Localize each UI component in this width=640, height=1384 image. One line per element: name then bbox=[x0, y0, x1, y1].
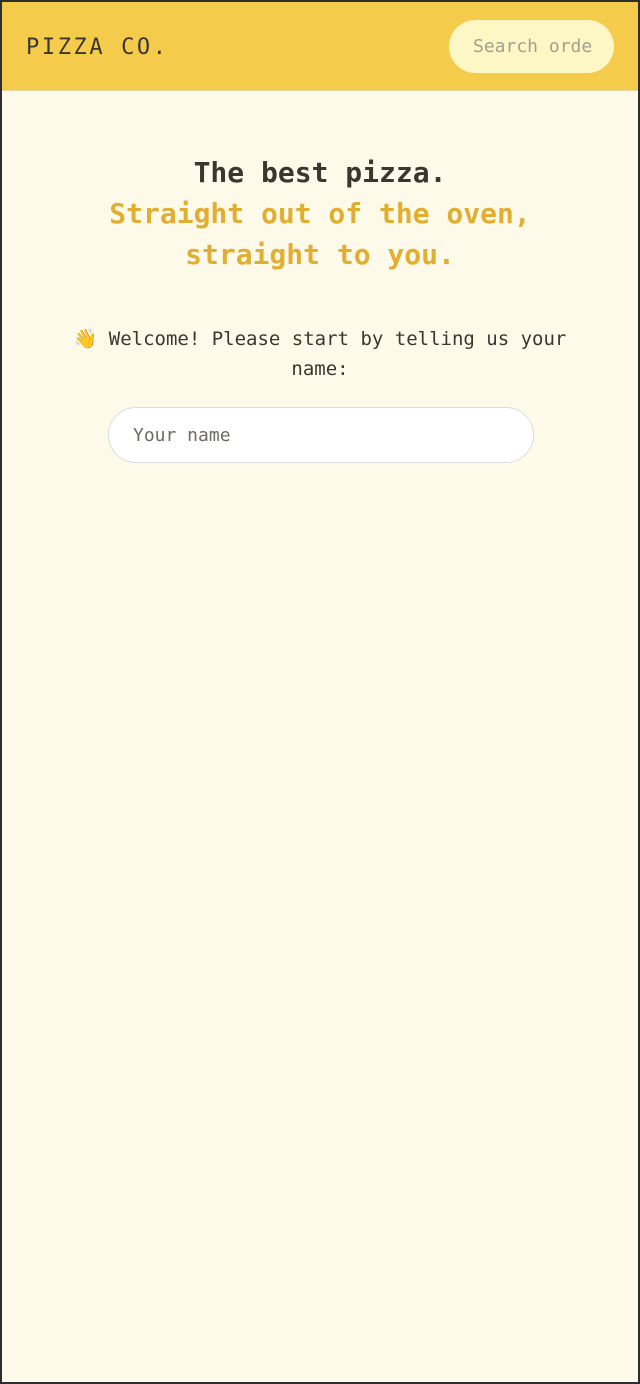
hero-subtitle: Straight out of the oven, straight to yo… bbox=[109, 197, 531, 271]
app-frame: PIZZA CO. The best pizza. Straight out o… bbox=[0, 0, 640, 1384]
welcome-message: 👋 Welcome! Please start by telling us yo… bbox=[42, 324, 598, 384]
logo-link[interactable]: PIZZA CO. bbox=[26, 33, 169, 63]
hero-title: The best pizza. bbox=[193, 156, 447, 189]
top-header: PIZZA CO. bbox=[2, 2, 638, 91]
welcome-text: Welcome! Please start by telling us your… bbox=[108, 328, 567, 380]
order-search-input[interactable] bbox=[449, 20, 614, 73]
waving-hand-icon: 👋 bbox=[73, 328, 98, 350]
name-input[interactable] bbox=[108, 407, 534, 463]
hero-heading: The best pizza. Straight out of the oven… bbox=[2, 152, 638, 275]
